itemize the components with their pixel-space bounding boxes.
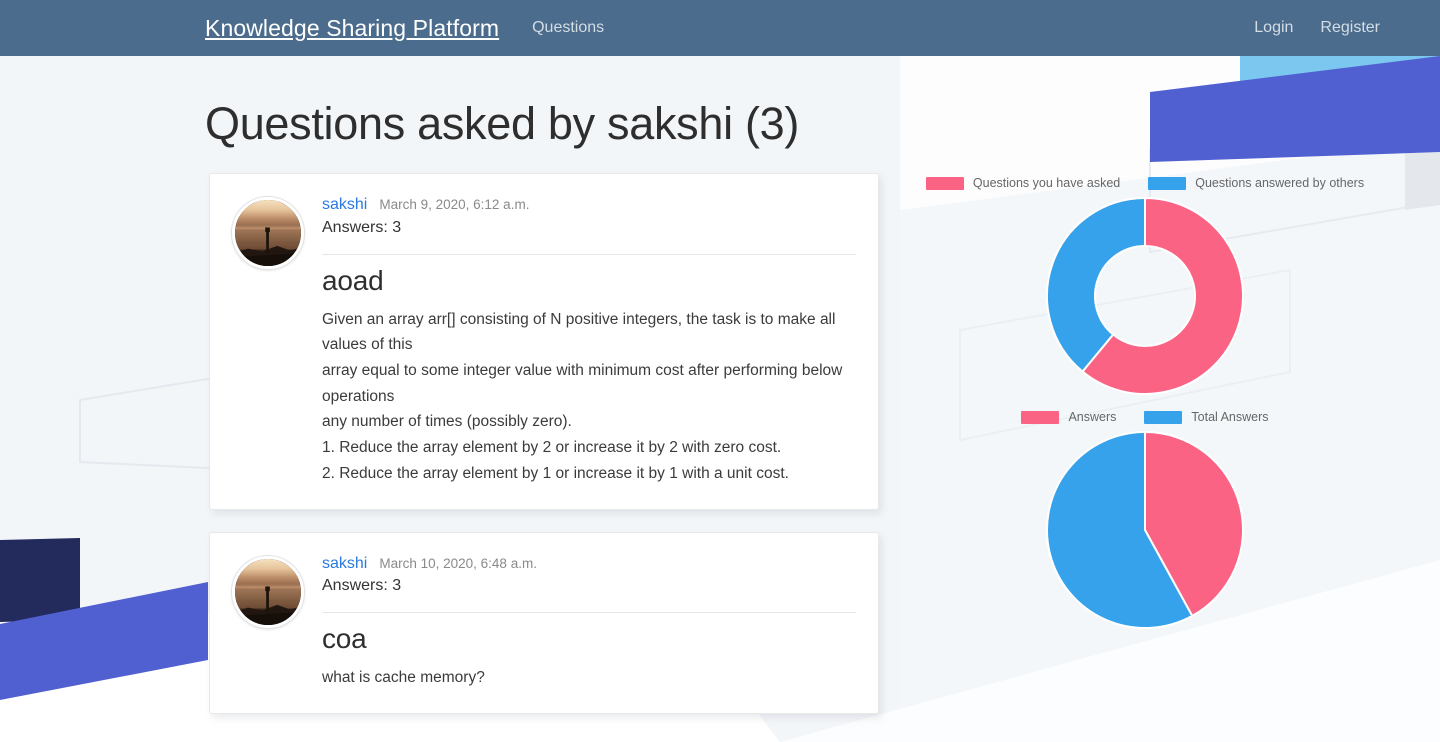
legend-swatch-pink: [925, 176, 964, 190]
question-title[interactable]: aoad: [322, 265, 856, 297]
question-title[interactable]: coa: [322, 623, 856, 655]
nav-right-links: Login Register: [1254, 19, 1380, 37]
pie-chart[interactable]: [1045, 430, 1245, 630]
legend-label: Total Answers: [1191, 410, 1269, 424]
charts-panel: Questions you have asked Questions answe…: [900, 176, 1390, 630]
author-link[interactable]: sakshi: [322, 194, 367, 216]
nav-link-register[interactable]: Register: [1320, 19, 1380, 37]
nav-left-links: Questions: [532, 19, 604, 37]
page-content: Questions asked by sakshi (3) sakshi Mar…: [0, 56, 1440, 742]
avatar-image: [232, 555, 304, 628]
legend-item[interactable]: Answers: [1021, 410, 1116, 424]
question-meta: sakshi March 9, 2020, 6:12 a.m.: [322, 194, 856, 216]
question-card[interactable]: sakshi March 10, 2020, 6:48 a.m. Answers…: [209, 531, 879, 714]
legend-label: Questions you have asked: [972, 176, 1121, 190]
avatar: [232, 555, 304, 628]
avatar: [232, 197, 304, 269]
avatar-sunset-icon: [235, 200, 301, 266]
post-date: March 10, 2020, 6:48 a.m.: [379, 555, 537, 571]
pie-chart-block: Answers Total Answers: [900, 410, 1390, 630]
question-body: sakshi March 10, 2020, 6:48 a.m. Answers…: [322, 553, 856, 691]
pie-chart-figure[interactable]: [900, 430, 1390, 630]
avatar-sunset-icon: [235, 558, 301, 625]
legend-item[interactable]: Questions you have asked: [925, 176, 1121, 190]
author-link[interactable]: sakshi: [322, 553, 367, 575]
pie-chart-legend: Answers Total Answers: [900, 410, 1390, 424]
legend-swatch-pink: [1021, 410, 1060, 424]
page-title: Questions asked by sakshi (3): [205, 98, 800, 149]
card-divider: [322, 253, 856, 255]
legend-item[interactable]: Questions answered by others: [1148, 176, 1364, 190]
question-text: Given an array arr[] consisting of N pos…: [322, 310, 843, 482]
legend-swatch-blue: [1144, 410, 1183, 424]
legend-label: Answers: [1068, 410, 1117, 424]
card-divider: [322, 612, 856, 614]
doughnut-chart-block: Questions you have asked Questions answe…: [900, 176, 1390, 396]
answers-count: Answers: 3: [322, 577, 402, 595]
question-meta: sakshi March 10, 2020, 6:48 a.m.: [322, 553, 856, 575]
top-navbar: Knowledge Sharing Platform Questions Log…: [0, 0, 1440, 56]
questions-list: sakshi March 9, 2020, 6:12 a.m. Answers:…: [209, 173, 879, 736]
legend-item[interactable]: Total Answers: [1144, 410, 1269, 424]
question-body: sakshi March 9, 2020, 6:12 a.m. Answers:…: [322, 194, 856, 487]
brand-title[interactable]: Knowledge Sharing Platform: [205, 15, 499, 42]
question-text: what is cache memory?: [322, 669, 485, 687]
doughnut-chart[interactable]: [1045, 196, 1245, 396]
answers-count: Answers: 3: [322, 218, 402, 236]
nav-link-questions[interactable]: Questions: [532, 19, 604, 37]
nav-link-login[interactable]: Login: [1254, 19, 1293, 37]
post-date: March 9, 2020, 6:12 a.m.: [379, 197, 530, 212]
doughnut-chart-figure[interactable]: [900, 196, 1390, 396]
doughnut-chart-legend: Questions you have asked Questions answe…: [900, 176, 1390, 190]
legend-label: Questions answered by others: [1195, 176, 1365, 190]
avatar-image: [232, 197, 304, 269]
question-card[interactable]: sakshi March 9, 2020, 6:12 a.m. Answers:…: [209, 173, 879, 510]
legend-swatch-blue: [1148, 176, 1187, 190]
